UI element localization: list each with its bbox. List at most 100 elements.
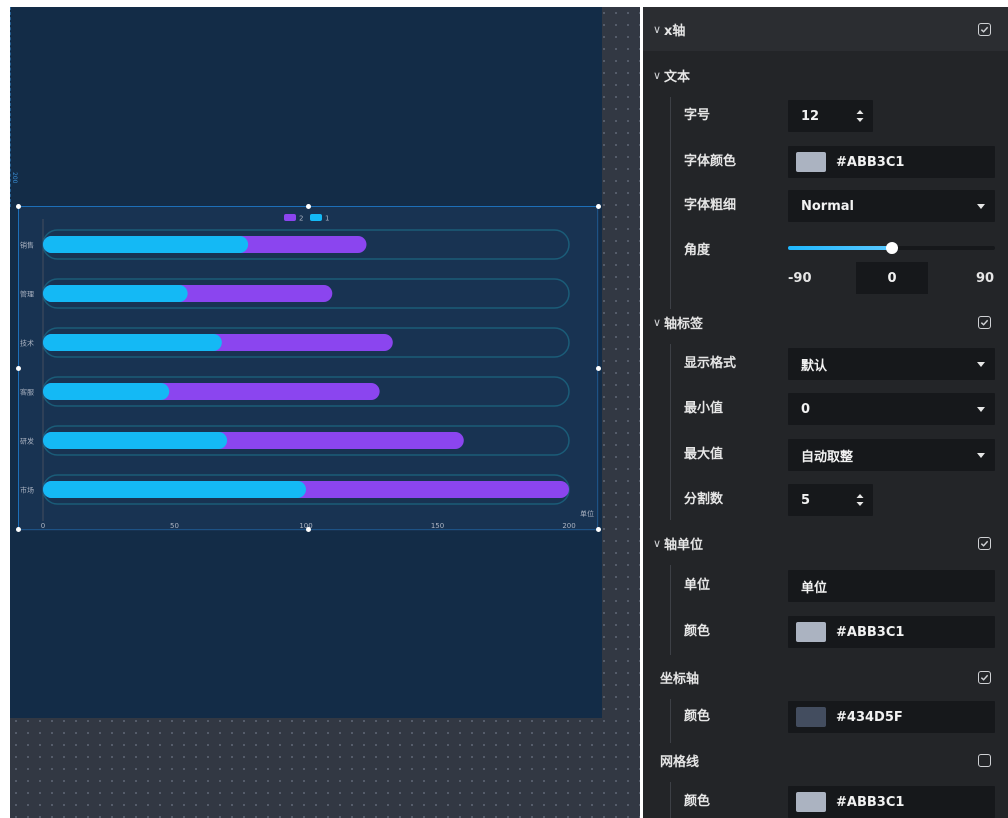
check-icon (980, 540, 989, 547)
caret-down-icon (977, 407, 985, 412)
format-label: 显示格式 (684, 356, 737, 371)
y-tick-label: 客服 (20, 388, 34, 397)
font-color-label: 字体颜色 (684, 154, 737, 169)
color-swatch[interactable] (796, 707, 826, 727)
format-value: 默认 (801, 358, 828, 374)
resize-handle-bottom-left[interactable] (16, 527, 21, 532)
bar-chart-widget[interactable]: 市场 研发 客服 技术 管理 销售 0 50 100 150 200 单位 2 1 (16, 204, 601, 532)
format-select[interactable]: 默认 (788, 348, 995, 380)
unit-color-label: 颜色 (684, 624, 711, 639)
axis-line-checkbox[interactable] (978, 670, 991, 684)
min-value: 0 (801, 401, 811, 417)
resize-handle-top-left[interactable] (16, 204, 21, 209)
font-size-stepper[interactable]: 12 (788, 100, 873, 132)
axis-label-checkbox[interactable] (978, 315, 991, 329)
font-color-picker[interactable]: #ABB3C1 (788, 146, 995, 178)
angle-slider-fill (788, 246, 892, 250)
font-weight-select[interactable]: Normal (788, 190, 995, 222)
chevron-down-icon: ∨ (652, 22, 661, 36)
section-x-axis[interactable]: ∨ x轴 (643, 7, 1008, 51)
section-title: 网格线 (660, 754, 700, 770)
unit-value: 单位 (801, 580, 828, 596)
chevron-down-icon: ∨ (652, 536, 661, 550)
font-color-row: 字体颜色 #ABB3C1 (643, 146, 1008, 178)
chevron-down-icon: ∨ (652, 68, 661, 82)
grid-color-row: 颜色 #ABB3C1 (643, 786, 1008, 818)
editor-canvas[interactable]: 200 市场 研发 客服 技术 管理 销售 0 50 100 150 200 单位 2 1 (10, 7, 640, 818)
section-axis-unit[interactable]: ∨ 轴单位 (643, 521, 1008, 565)
font-size-label: 字号 (684, 108, 711, 123)
grid-color-picker[interactable]: #ABB3C1 (788, 786, 995, 818)
x-tick-label: 150 (431, 522, 444, 530)
legend-swatch (284, 214, 296, 221)
caret-down-icon (977, 362, 985, 367)
max-value: 自动取整 (801, 449, 854, 465)
axis-unit-checkbox[interactable] (978, 536, 991, 550)
unit-row: 单位 单位 (643, 570, 1008, 602)
up-down-icon[interactable] (856, 108, 864, 124)
x-axis-unit-label: 单位 (580, 509, 594, 518)
x-tick-label: 200 (562, 522, 575, 530)
y-tick-label: 研发 (20, 437, 34, 446)
bar-chart: 市场研发客服技术管理销售0 50 100 150 200单位2 1 (19, 207, 599, 531)
section-axis-line[interactable]: 坐标轴 (643, 655, 1008, 699)
min-select[interactable]: 0 (788, 393, 995, 425)
check-icon (980, 319, 989, 326)
legend-label: 2 (299, 215, 303, 223)
check-icon (980, 674, 989, 681)
caret-down-icon (977, 204, 985, 209)
max-label: 最大值 (684, 447, 724, 462)
grid-color-value: #ABB3C1 (836, 794, 905, 810)
font-size-row: 字号 12 (643, 100, 1008, 132)
resize-handle-bottom[interactable] (306, 527, 311, 532)
angle-slider-knob[interactable] (885, 242, 898, 254)
section-title: 轴标签 (664, 316, 704, 332)
bar-series-1 (43, 236, 249, 253)
resize-handle-top[interactable] (306, 204, 311, 209)
x-axis-checkbox[interactable] (978, 22, 991, 36)
section-grid-line[interactable]: 网格线 (643, 738, 1008, 782)
unit-color-picker[interactable]: #ABB3C1 (788, 616, 995, 648)
section-axis-label[interactable]: ∨ 轴标签 (643, 300, 1008, 344)
section-title: 文本 (664, 69, 691, 85)
splits-label: 分割数 (684, 492, 724, 507)
bar-series-1 (43, 334, 222, 351)
y-tick-label: 技术 (20, 339, 34, 348)
angle-slider[interactable] (788, 242, 995, 254)
angle-min: -90 (788, 271, 812, 286)
section-title: 坐标轴 (660, 671, 700, 687)
y-tick-label: 市场 (20, 486, 34, 495)
caret-down-icon (977, 453, 985, 458)
resize-handle-left[interactable] (16, 366, 21, 371)
y-tick-label: 管理 (20, 290, 34, 299)
grid-color-label: 颜色 (684, 794, 711, 809)
resize-handle-right[interactable] (596, 366, 601, 371)
angle-max: 90 (976, 271, 995, 286)
splits-value: 5 (801, 492, 811, 508)
font-color-value: #ABB3C1 (836, 154, 905, 170)
max-select[interactable]: 自动取整 (788, 439, 995, 471)
check-icon (980, 26, 989, 33)
color-swatch[interactable] (796, 792, 826, 812)
unit-input[interactable]: 单位 (788, 570, 995, 602)
x-tick-label: 0 (41, 522, 45, 530)
resize-handle-top-right[interactable] (596, 204, 601, 209)
bar-series-1 (43, 432, 228, 449)
angle-input[interactable]: 0 (856, 262, 928, 294)
chevron-down-icon: ∨ (652, 315, 661, 329)
resize-handle-bottom-right[interactable] (596, 527, 601, 532)
min-row: 最小值 0 (643, 393, 1008, 425)
axis-line-color-picker[interactable]: #434D5F (788, 701, 995, 733)
up-down-icon[interactable] (856, 492, 864, 508)
font-size-value: 12 (801, 108, 820, 124)
font-weight-label: 字体粗细 (684, 198, 737, 213)
color-swatch[interactable] (796, 622, 826, 642)
grid-line-checkbox[interactable] (978, 753, 991, 767)
font-weight-value: Normal (801, 198, 854, 214)
splits-stepper[interactable]: 5 (788, 484, 873, 516)
axis-line-color-label: 颜色 (684, 709, 711, 724)
axis-line-color-value: #434D5F (836, 709, 903, 725)
color-swatch[interactable] (796, 152, 826, 172)
section-text[interactable]: ∨ 文本 (643, 53, 1008, 97)
bar-series-1 (43, 285, 188, 302)
